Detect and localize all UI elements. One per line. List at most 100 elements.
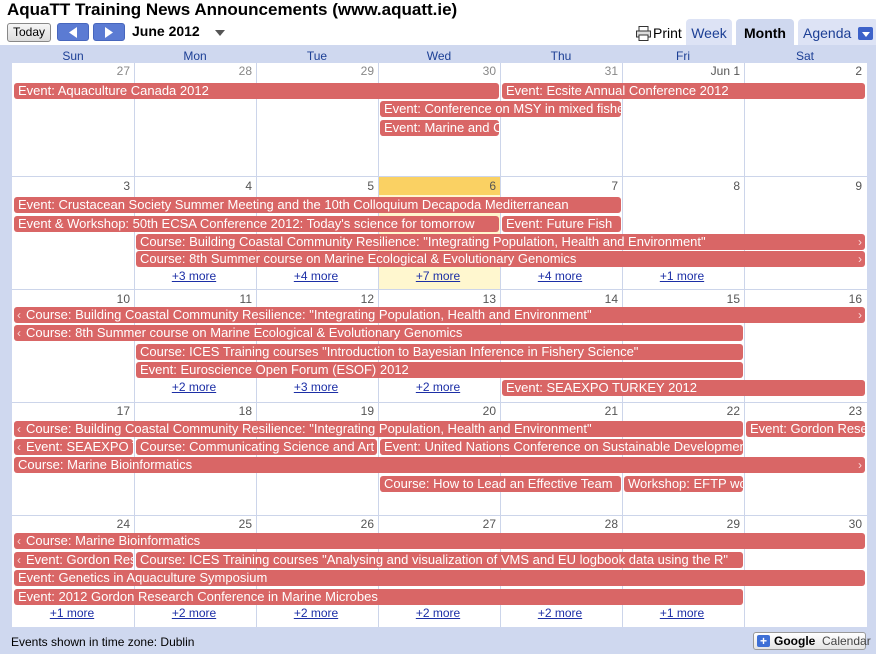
calendar-event[interactable]: Course: Marine Bioinformatics ›	[14, 457, 865, 473]
calendar-event[interactable]: Course: Building Coastal Community Resil…	[136, 234, 865, 250]
day-number[interactable]: 27	[378, 517, 496, 531]
calendar-event[interactable]: Event: Future Fish	[502, 216, 621, 232]
weekday-header-tue: Tue	[306, 49, 328, 63]
grid-line	[12, 402, 867, 403]
more-events-link[interactable]: +2 more	[378, 606, 498, 620]
calendar-event[interactable]: ‹ Course: Marine Bioinformatics	[14, 533, 865, 549]
day-number[interactable]: 25	[134, 517, 252, 531]
calendar-event[interactable]: Course: ICES Training courses "Analysing…	[136, 552, 743, 568]
more-events-link[interactable]: +2 more	[134, 380, 254, 394]
more-events-link[interactable]: +2 more	[134, 606, 254, 620]
month-picker-dropdown[interactable]	[215, 30, 225, 36]
day-number[interactable]: 7	[500, 179, 618, 193]
day-number[interactable]: 30	[744, 517, 862, 531]
day-number[interactable]: 14	[500, 292, 618, 306]
day-number[interactable]: 4	[134, 179, 252, 193]
more-events-link[interactable]: +1 more	[622, 606, 742, 620]
chevron-right-icon	[105, 27, 113, 38]
more-events-link[interactable]: +1 more	[622, 269, 742, 283]
day-number[interactable]: 2	[744, 64, 862, 78]
continues-right-icon: ›	[858, 235, 862, 249]
day-number[interactable]: 11	[134, 292, 252, 306]
more-events-link[interactable]: +2 more	[378, 380, 498, 394]
calendar-event[interactable]: Event: SEAEXPO TURKEY 2012	[502, 380, 865, 396]
calendar-event[interactable]: ‹ Course: Building Coastal Community Resi…	[14, 307, 865, 323]
calendar-event[interactable]: Event: Euroscience Open Forum (ESOF) 201…	[136, 362, 743, 378]
continues-left-icon: ‹	[17, 534, 21, 548]
more-events-link[interactable]: +2 more	[500, 606, 620, 620]
weekday-header-fri: Fri	[676, 49, 690, 63]
calendar-event[interactable]: Event: Marine and Coastal	[380, 120, 499, 136]
day-number[interactable]: 26	[256, 517, 374, 531]
month-grid: 27 28 29 30 31 Jun 1 2 Event: Aquacultur…	[12, 63, 867, 627]
day-number[interactable]: 24	[12, 517, 130, 531]
day-number[interactable]: 15	[622, 292, 740, 306]
more-events-link[interactable]: +1 more	[12, 606, 132, 620]
day-number[interactable]: 9	[744, 179, 862, 193]
grid-line	[12, 515, 867, 516]
prev-month-button[interactable]	[57, 23, 89, 41]
weekday-header-thu: Thu	[550, 49, 572, 63]
calendar-event[interactable]: Workshop: EFTP workshop	[624, 476, 743, 492]
day-number[interactable]: 29	[256, 64, 374, 78]
calendar-event[interactable]: ‹ Event: Gordon Research	[14, 552, 133, 568]
more-events-link[interactable]: +7 more	[378, 269, 498, 283]
day-number[interactable]: 12	[256, 292, 374, 306]
more-events-link[interactable]: +4 more	[256, 269, 376, 283]
day-number[interactable]: 22	[622, 404, 740, 418]
day-number[interactable]: 8	[622, 179, 740, 193]
calendar-event[interactable]: ‹ Course: 8th Summer course on Marine Eco…	[14, 325, 743, 341]
calendar-event[interactable]: Event: Genetics in Aquaculture Symposium	[14, 570, 865, 586]
calendar-event[interactable]: Course: ICES Training courses "Introduct…	[136, 344, 743, 360]
google-calendar-button[interactable]: + Google Calendar	[753, 632, 871, 650]
day-number[interactable]: 5	[256, 179, 374, 193]
calendar-event[interactable]: Event: Aquaculture Canada 2012	[14, 83, 499, 99]
day-number[interactable]: Jun 1	[622, 64, 740, 78]
calendar-event[interactable]: Course: Communicating Science and Art	[136, 439, 377, 455]
day-number[interactable]: 29	[622, 517, 740, 531]
agenda-dropdown-icon[interactable]	[858, 27, 873, 40]
day-number[interactable]: 30	[378, 64, 496, 78]
day-number[interactable]: 17	[12, 404, 130, 418]
more-events-link[interactable]: +3 more	[256, 380, 376, 394]
more-events-link[interactable]: +4 more	[500, 269, 620, 283]
continues-left-icon: ‹	[17, 326, 21, 340]
timezone-note: Events shown in time zone: Dublin	[11, 635, 195, 649]
calendar-event[interactable]: ‹ Event: SEAEXPO TURKEY	[14, 439, 133, 455]
calendar-event[interactable]: Event: Ecsite Annual Conference 2012	[502, 83, 865, 99]
today-button[interactable]: Today	[7, 23, 51, 42]
calendar-event[interactable]: Course: How to Lead an Effective Team	[380, 476, 621, 492]
grid-line	[12, 176, 867, 177]
day-number[interactable]: 28	[134, 64, 252, 78]
day-number[interactable]: 13	[378, 292, 496, 306]
day-number[interactable]: 10	[12, 292, 130, 306]
day-number[interactable]: 20	[378, 404, 496, 418]
day-number[interactable]: 23	[744, 404, 862, 418]
next-month-button[interactable]	[93, 23, 125, 41]
calendar-event[interactable]: Event: Conference on MSY in mixed fisher…	[380, 101, 621, 117]
tab-month[interactable]: Month	[736, 19, 794, 46]
day-number[interactable]: 21	[500, 404, 618, 418]
day-number[interactable]: 31	[500, 64, 618, 78]
day-number[interactable]: 16	[744, 292, 862, 306]
calendar-event[interactable]: Event & Workshop: 50th ECSA Conference 2…	[14, 216, 499, 232]
day-number-today[interactable]: 6	[378, 179, 496, 193]
day-number[interactable]: 19	[256, 404, 374, 418]
print-button[interactable]: Print	[636, 23, 682, 41]
calendar-event[interactable]: Event: Gordon Research	[746, 421, 865, 437]
calendar-event[interactable]: Course: 8th Summer course on Marine Ecol…	[136, 251, 865, 267]
continues-left-icon: ‹	[17, 308, 21, 322]
tab-week[interactable]: Week	[686, 19, 732, 46]
day-number[interactable]: 3	[12, 179, 130, 193]
calendar-event[interactable]: Event: 2012 Gordon Research Conference i…	[14, 589, 743, 605]
day-number[interactable]: 28	[500, 517, 618, 531]
more-events-link[interactable]: +3 more	[134, 269, 254, 283]
calendar-event[interactable]: Event: Crustacean Society Summer Meeting…	[14, 197, 621, 213]
day-number[interactable]: 27	[12, 64, 130, 78]
continues-right-icon: ›	[858, 308, 862, 322]
calendar-event[interactable]: Event: United Nations Conference on Sust…	[380, 439, 743, 455]
more-events-link[interactable]: +2 more	[256, 606, 376, 620]
calendar-event[interactable]: ‹ Course: Building Coastal Community Resi…	[14, 421, 743, 437]
print-label: Print	[653, 25, 682, 41]
day-number[interactable]: 18	[134, 404, 252, 418]
